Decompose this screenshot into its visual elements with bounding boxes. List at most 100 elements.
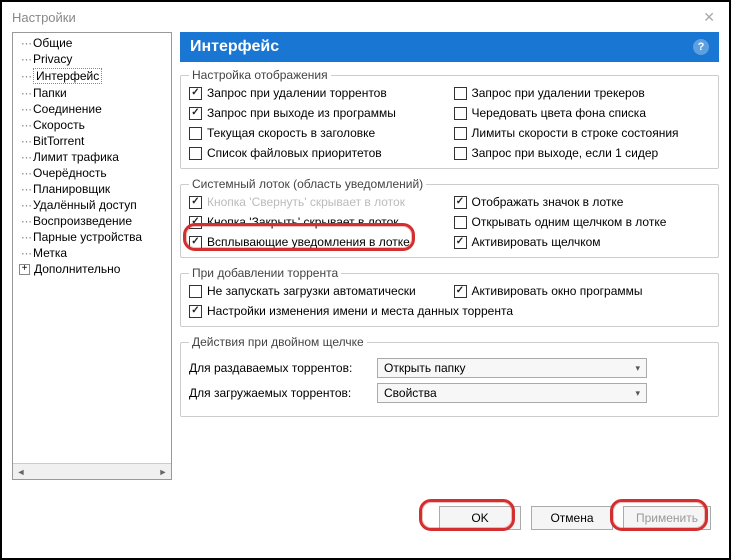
sidebar-item-label: Скорость bbox=[33, 118, 85, 132]
chevron-down-icon: ▾ bbox=[635, 388, 640, 399]
sidebar-item-label: Парные устройства bbox=[33, 230, 142, 244]
tree-connector-icon: ⋯ bbox=[17, 247, 31, 260]
dblclick-dropdown-0[interactable]: Открыть папку▾ bbox=[377, 358, 647, 378]
help-icon[interactable]: ? bbox=[693, 39, 709, 55]
display-option-7[interactable]: Запрос при выходе, если 1 сидер bbox=[454, 146, 711, 160]
display-option-3[interactable]: Чередовать цвета фона списка bbox=[454, 106, 711, 120]
tray-option-4[interactable]: Всплывающие уведомления в лотке bbox=[189, 235, 446, 249]
sidebar-item-2[interactable]: ⋯Интерфейс bbox=[13, 67, 171, 85]
checkbox-icon[interactable] bbox=[189, 147, 202, 160]
dropdown-label: Для загружаемых торрентов: bbox=[189, 386, 369, 400]
sidebar-item-11[interactable]: ⋯Воспроизведение bbox=[13, 213, 171, 229]
checkbox-icon[interactable] bbox=[454, 216, 467, 229]
display-option-4[interactable]: Текущая скорость в заголовке bbox=[189, 126, 446, 140]
display-option-0[interactable]: Запрос при удалении торрентов bbox=[189, 86, 446, 100]
checkbox-icon[interactable] bbox=[454, 147, 467, 160]
checkbox-icon[interactable] bbox=[454, 127, 467, 140]
checkbox-icon[interactable] bbox=[454, 196, 467, 209]
scroll-left-icon[interactable]: ◄ bbox=[13, 467, 29, 477]
sidebar-item-13[interactable]: ⋯Метка bbox=[13, 245, 171, 261]
checkbox-icon[interactable] bbox=[189, 236, 202, 249]
tree-connector-icon: ⋯ bbox=[17, 87, 31, 100]
checkbox-icon[interactable] bbox=[189, 216, 202, 229]
checkbox-icon[interactable] bbox=[454, 285, 467, 298]
apply-button[interactable]: Применить bbox=[623, 506, 711, 530]
sidebar-item-14[interactable]: + Дополнительно bbox=[13, 261, 171, 277]
checkbox-label: Запрос при удалении трекеров bbox=[472, 86, 645, 100]
checkbox-label: Кнопка 'Закрыть' скрывает в лоток bbox=[207, 215, 399, 229]
checkbox-icon[interactable] bbox=[189, 87, 202, 100]
checkbox-icon[interactable] bbox=[189, 127, 202, 140]
add-option-0[interactable]: Не запускать загрузки автоматически bbox=[189, 284, 446, 298]
group-dblclick: Действия при двойном щелчке Для раздавае… bbox=[180, 335, 719, 417]
display-option-5[interactable]: Лимиты скорости в строке состояния bbox=[454, 126, 711, 140]
sidebar-item-10[interactable]: ⋯Удалённый доступ bbox=[13, 197, 171, 213]
sidebar-item-0[interactable]: ⋯Общие bbox=[13, 35, 171, 51]
sidebar-item-12[interactable]: ⋯Парные устройства bbox=[13, 229, 171, 245]
tray-option-0[interactable]: Кнопка 'Свернуть' скрывает в лоток bbox=[189, 195, 446, 209]
tree-connector-icon: ⋯ bbox=[17, 70, 31, 83]
sidebar-item-3[interactable]: ⋯Папки bbox=[13, 85, 171, 101]
group-tray-legend: Системный лоток (область уведомлений) bbox=[189, 177, 426, 191]
sidebar-item-6[interactable]: ⋯BitTorrent bbox=[13, 133, 171, 149]
checkbox-icon[interactable] bbox=[189, 107, 202, 120]
tree-connector-icon: ⋯ bbox=[17, 167, 31, 180]
group-display: Настройка отображения Запрос при удалени… bbox=[180, 68, 719, 169]
cancel-button[interactable]: Отмена bbox=[531, 506, 613, 530]
sidebar-item-label: Лимит трафика bbox=[33, 150, 119, 164]
sidebar-item-label: Интерфейс bbox=[33, 68, 102, 84]
sidebar-item-label: Метка bbox=[33, 246, 67, 260]
checkbox-icon[interactable] bbox=[454, 87, 467, 100]
tree-connector-icon: ⋯ bbox=[17, 151, 31, 164]
checkbox-label: Настройки изменения имени и места данных… bbox=[207, 304, 513, 318]
content-header: Интерфейс ? bbox=[180, 32, 719, 62]
dblclick-row-0: Для раздаваемых торрентов:Открыть папку▾ bbox=[189, 358, 710, 378]
sidebar-item-label: Очерёдность bbox=[33, 166, 107, 180]
sidebar-item-9[interactable]: ⋯Планировщик bbox=[13, 181, 171, 197]
tree-connector-icon: ⋯ bbox=[17, 103, 31, 116]
checkbox-icon[interactable] bbox=[454, 107, 467, 120]
checkbox-label: Лимиты скорости в строке состояния bbox=[472, 126, 679, 140]
checkbox-label: Чередовать цвета фона списка bbox=[472, 106, 647, 120]
tree-connector-icon: ⋯ bbox=[17, 183, 31, 196]
tray-option-2[interactable]: Кнопка 'Закрыть' скрывает в лоток bbox=[189, 215, 446, 229]
sidebar-item-label: Дополнительно bbox=[34, 262, 120, 276]
sidebar-item-7[interactable]: ⋯Лимит трафика bbox=[13, 149, 171, 165]
tree-connector-icon: ⋯ bbox=[17, 119, 31, 132]
checkbox-icon[interactable] bbox=[189, 305, 202, 318]
group-add: При добавлении торрента Не запускать заг… bbox=[180, 266, 719, 327]
sidebar-item-4[interactable]: ⋯Соединение bbox=[13, 101, 171, 117]
tray-option-5[interactable]: Активировать щелчком bbox=[454, 235, 711, 249]
checkbox-label: Текущая скорость в заголовке bbox=[207, 126, 375, 140]
ok-button[interactable]: OK bbox=[439, 506, 521, 530]
display-option-1[interactable]: Запрос при удалении трекеров bbox=[454, 86, 711, 100]
sidebar-item-label: Соединение bbox=[33, 102, 102, 116]
tray-option-3[interactable]: Открывать одним щелчком в лотке bbox=[454, 215, 711, 229]
tray-option-1[interactable]: Отображать значок в лотке bbox=[454, 195, 711, 209]
scroll-right-icon[interactable]: ► bbox=[155, 467, 171, 477]
tree-expand-icon[interactable]: + bbox=[19, 264, 30, 275]
checkbox-icon[interactable] bbox=[189, 285, 202, 298]
display-option-2[interactable]: Запрос при выходе из программы bbox=[189, 106, 446, 120]
sidebar-item-5[interactable]: ⋯Скорость bbox=[13, 117, 171, 133]
close-icon[interactable]: ✕ bbox=[699, 9, 719, 26]
checkbox-label: Всплывающие уведомления в лотке bbox=[207, 235, 410, 249]
tree-connector-icon: ⋯ bbox=[17, 135, 31, 148]
checkbox-label: Не запускать загрузки автоматически bbox=[207, 284, 416, 298]
display-option-6[interactable]: Список файловых приоритетов bbox=[189, 146, 446, 160]
checkbox-icon[interactable] bbox=[189, 196, 202, 209]
group-display-legend: Настройка отображения bbox=[189, 68, 331, 82]
dblclick-dropdown-1[interactable]: Свойства ▾ bbox=[377, 383, 647, 403]
sidebar-item-1[interactable]: ⋯Privacy bbox=[13, 51, 171, 67]
sidebar-item-label: Privacy bbox=[33, 52, 72, 66]
add-option-2[interactable]: Настройки изменения имени и места данных… bbox=[189, 304, 710, 318]
checkbox-label: Активировать окно программы bbox=[472, 284, 643, 298]
add-option-1[interactable]: Активировать окно программы bbox=[454, 284, 711, 298]
checkbox-icon[interactable] bbox=[454, 236, 467, 249]
dropdown-value: Свойства bbox=[384, 386, 437, 400]
sidebar-item-label: Общие bbox=[33, 36, 72, 50]
checkbox-label: Открывать одним щелчком в лотке bbox=[472, 215, 667, 229]
sidebar-scrollbar[interactable]: ◄ ► bbox=[13, 463, 171, 479]
sidebar-item-8[interactable]: ⋯Очерёдность bbox=[13, 165, 171, 181]
tree-connector-icon: ⋯ bbox=[17, 231, 31, 244]
